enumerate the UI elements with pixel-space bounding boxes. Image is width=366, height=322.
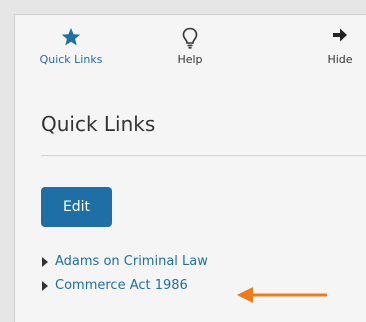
hide-tool[interactable]: Hide [315, 27, 365, 66]
panel-toolbar: Quick Links Help Hide [15, 15, 366, 85]
help-tool-label: Help [177, 53, 203, 66]
app-frame: Quick Links Help Hide Quick Links Edit A… [0, 0, 366, 322]
quick-links-tool[interactable]: Quick Links [38, 27, 104, 66]
page-title: Quick Links [41, 112, 156, 136]
arrow-right-icon [315, 27, 365, 49]
title-divider [41, 155, 366, 156]
quick-links-panel: Quick Links Help Hide Quick Links Edit A… [14, 14, 366, 322]
quick-link[interactable]: Commerce Act 1986 [55, 278, 188, 293]
quick-links-tool-label: Quick Links [39, 53, 103, 66]
help-tool[interactable]: Help [165, 27, 215, 66]
hide-tool-label: Hide [327, 53, 353, 66]
caret-right-icon[interactable] [42, 281, 48, 291]
quick-link[interactable]: Adams on Criminal Law [55, 254, 208, 269]
annotation-arrow-icon [237, 287, 327, 303]
lightbulb-icon [165, 27, 215, 49]
star-icon [38, 27, 104, 49]
edit-button[interactable]: Edit [41, 187, 112, 227]
caret-right-icon[interactable] [42, 257, 48, 267]
